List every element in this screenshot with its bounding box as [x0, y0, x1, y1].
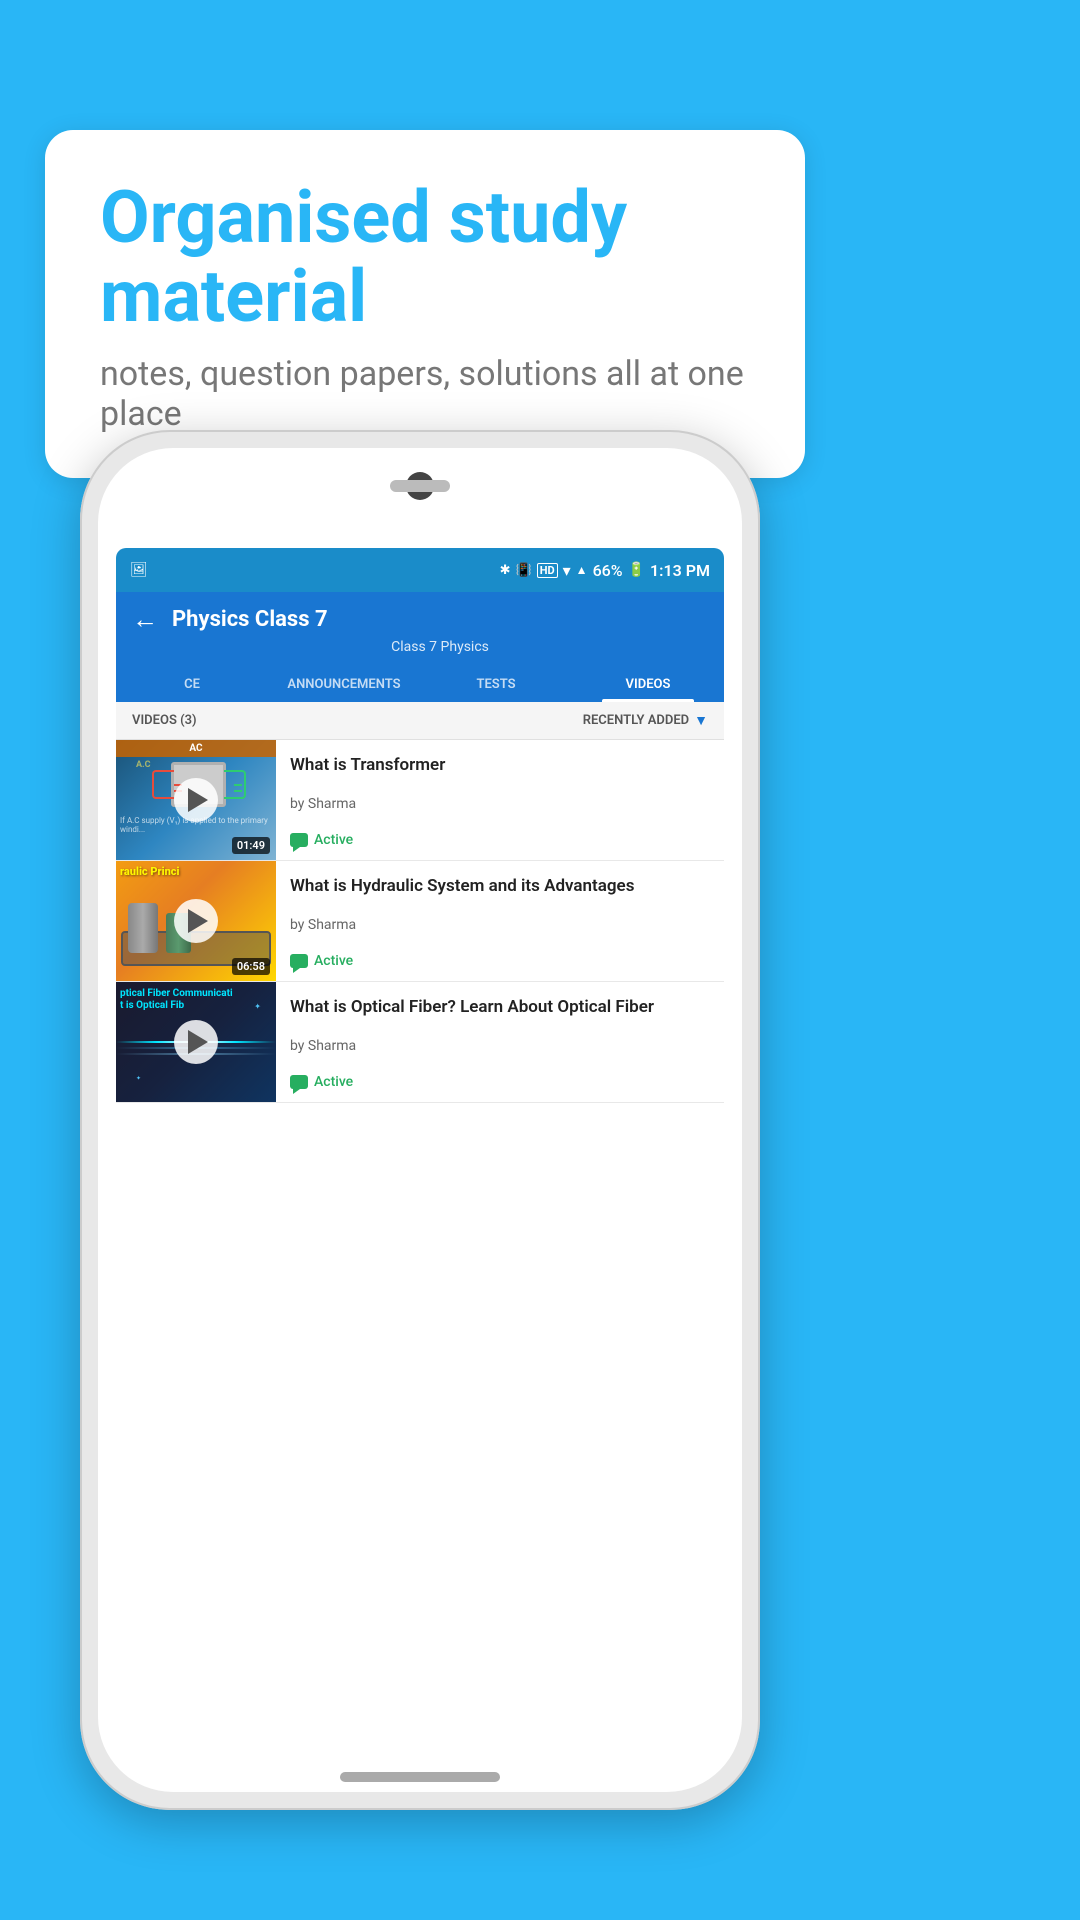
back-button[interactable]: ← — [132, 604, 158, 635]
app-bar-top: ← Physics Class 7 — [132, 604, 708, 635]
battery-icon: 🔋 — [628, 562, 645, 578]
app-bar-title: Physics Class 7 — [172, 607, 328, 632]
home-button — [340, 1772, 500, 1782]
play-button-2[interactable] — [174, 899, 218, 943]
phone-screen: 🖼 ✱ 📳 HD ▾ ▲ 66% 🔋 1:13 PM — [116, 548, 724, 1732]
thumb-banner-1: AC — [116, 740, 276, 757]
phone-inner: 🖼 ✱ 📳 HD ▾ ▲ 66% 🔋 1:13 PM — [98, 448, 742, 1792]
signal-icon: ▲ — [576, 563, 588, 577]
phone-speaker — [390, 480, 450, 492]
status-bar: 🖼 ✱ 📳 HD ▾ ▲ 66% 🔋 1:13 PM — [116, 548, 724, 592]
status-right: ✱ 📳 HD ▾ ▲ 66% 🔋 1:13 PM — [500, 561, 710, 580]
video-status-2: Active — [290, 953, 710, 969]
video-author-1: by Sharma — [290, 796, 710, 812]
bubble-subtitle: notes, question papers, solutions all at… — [100, 354, 750, 434]
status-label-3: Active — [314, 1074, 353, 1090]
tab-ce[interactable]: CE — [116, 665, 268, 702]
play-triangle-3 — [188, 1030, 208, 1054]
video-title-2: What is Hydraulic System and its Advanta… — [290, 875, 710, 897]
filter-bar: VIDEOS (3) RECENTLY ADDED ▼ — [116, 702, 724, 740]
video-duration-1: 01:49 — [232, 837, 270, 854]
tab-bar: CE ANNOUNCEMENTS TESTS VIDEOS — [116, 665, 724, 702]
video-thumb-3: ptical Fiber Communicatit is Optical Fib… — [116, 982, 276, 1102]
video-info-1: What is Transformer by Sharma Active — [276, 740, 724, 860]
video-duration-2: 06:58 — [232, 958, 270, 975]
video-author-2: by Sharma — [290, 917, 710, 933]
video-status-3: Active — [290, 1074, 710, 1090]
video-status-1: Active — [290, 832, 710, 848]
chevron-down-icon: ▼ — [694, 712, 708, 729]
play-button-1[interactable] — [174, 778, 218, 822]
bubble-title: Organised study material — [100, 178, 750, 336]
phone-mockup: 🖼 ✱ 📳 HD ▾ ▲ 66% 🔋 1:13 PM — [80, 430, 760, 1810]
image-icon: 🖼 — [130, 562, 148, 578]
play-triangle-2 — [188, 909, 208, 933]
vibrate-icon: 📳 — [516, 563, 532, 578]
video-thumb-2: raulic Princi 06:58 — [116, 861, 276, 981]
sort-dropdown[interactable]: RECENTLY ADDED ▼ — [583, 712, 708, 729]
chat-icon-2 — [290, 954, 308, 968]
sort-label: RECENTLY ADDED — [583, 713, 689, 728]
app-bar: ← Physics Class 7 Class 7 Physics — [116, 592, 724, 665]
video-list: A.C If A.C supply (V₁) is applied to the… — [116, 740, 724, 1732]
speech-bubble: Organised study material notes, question… — [45, 130, 805, 478]
bluetooth-icon: ✱ — [500, 563, 511, 578]
tab-videos[interactable]: VIDEOS — [572, 665, 724, 702]
status-label-2: Active — [314, 953, 353, 969]
status-label-1: Active — [314, 832, 353, 848]
video-title-1: What is Transformer — [290, 754, 710, 776]
play-triangle-1 — [188, 788, 208, 812]
video-title-3: What is Optical Fiber? Learn About Optic… — [290, 996, 710, 1018]
video-info-2: What is Hydraulic System and its Advanta… — [276, 861, 724, 981]
video-author-3: by Sharma — [290, 1038, 710, 1054]
tab-announcements[interactable]: ANNOUNCEMENTS — [268, 665, 420, 702]
videos-count: VIDEOS (3) — [132, 713, 197, 728]
status-left: 🖼 — [130, 562, 148, 578]
app-bar-breadcrumb: Class 7 Physics — [132, 639, 708, 655]
hd-badge: HD — [537, 563, 558, 578]
tab-tests[interactable]: TESTS — [420, 665, 572, 702]
battery-text: 66% — [593, 561, 623, 580]
play-button-3[interactable] — [174, 1020, 218, 1064]
optical-banner-text: ptical Fiber Communicatit is Optical Fib — [120, 988, 272, 1012]
time-display: 1:13 PM — [650, 561, 710, 580]
video-item-3[interactable]: ptical Fiber Communicatit is Optical Fib… — [116, 982, 724, 1103]
phone-outer: 🖼 ✱ 📳 HD ▾ ▲ 66% 🔋 1:13 PM — [80, 430, 760, 1810]
video-item-2[interactable]: raulic Princi 06:58 — [116, 861, 724, 982]
video-item-1[interactable]: A.C If A.C supply (V₁) is applied to the… — [116, 740, 724, 861]
video-thumb-1: A.C If A.C supply (V₁) is applied to the… — [116, 740, 276, 860]
chat-icon-1 — [290, 833, 308, 847]
video-info-3: What is Optical Fiber? Learn About Optic… — [276, 982, 724, 1102]
wifi-icon: ▾ — [563, 561, 571, 580]
chat-icon-3 — [290, 1075, 308, 1089]
hydraulic-banner-text: raulic Princi — [120, 865, 272, 878]
